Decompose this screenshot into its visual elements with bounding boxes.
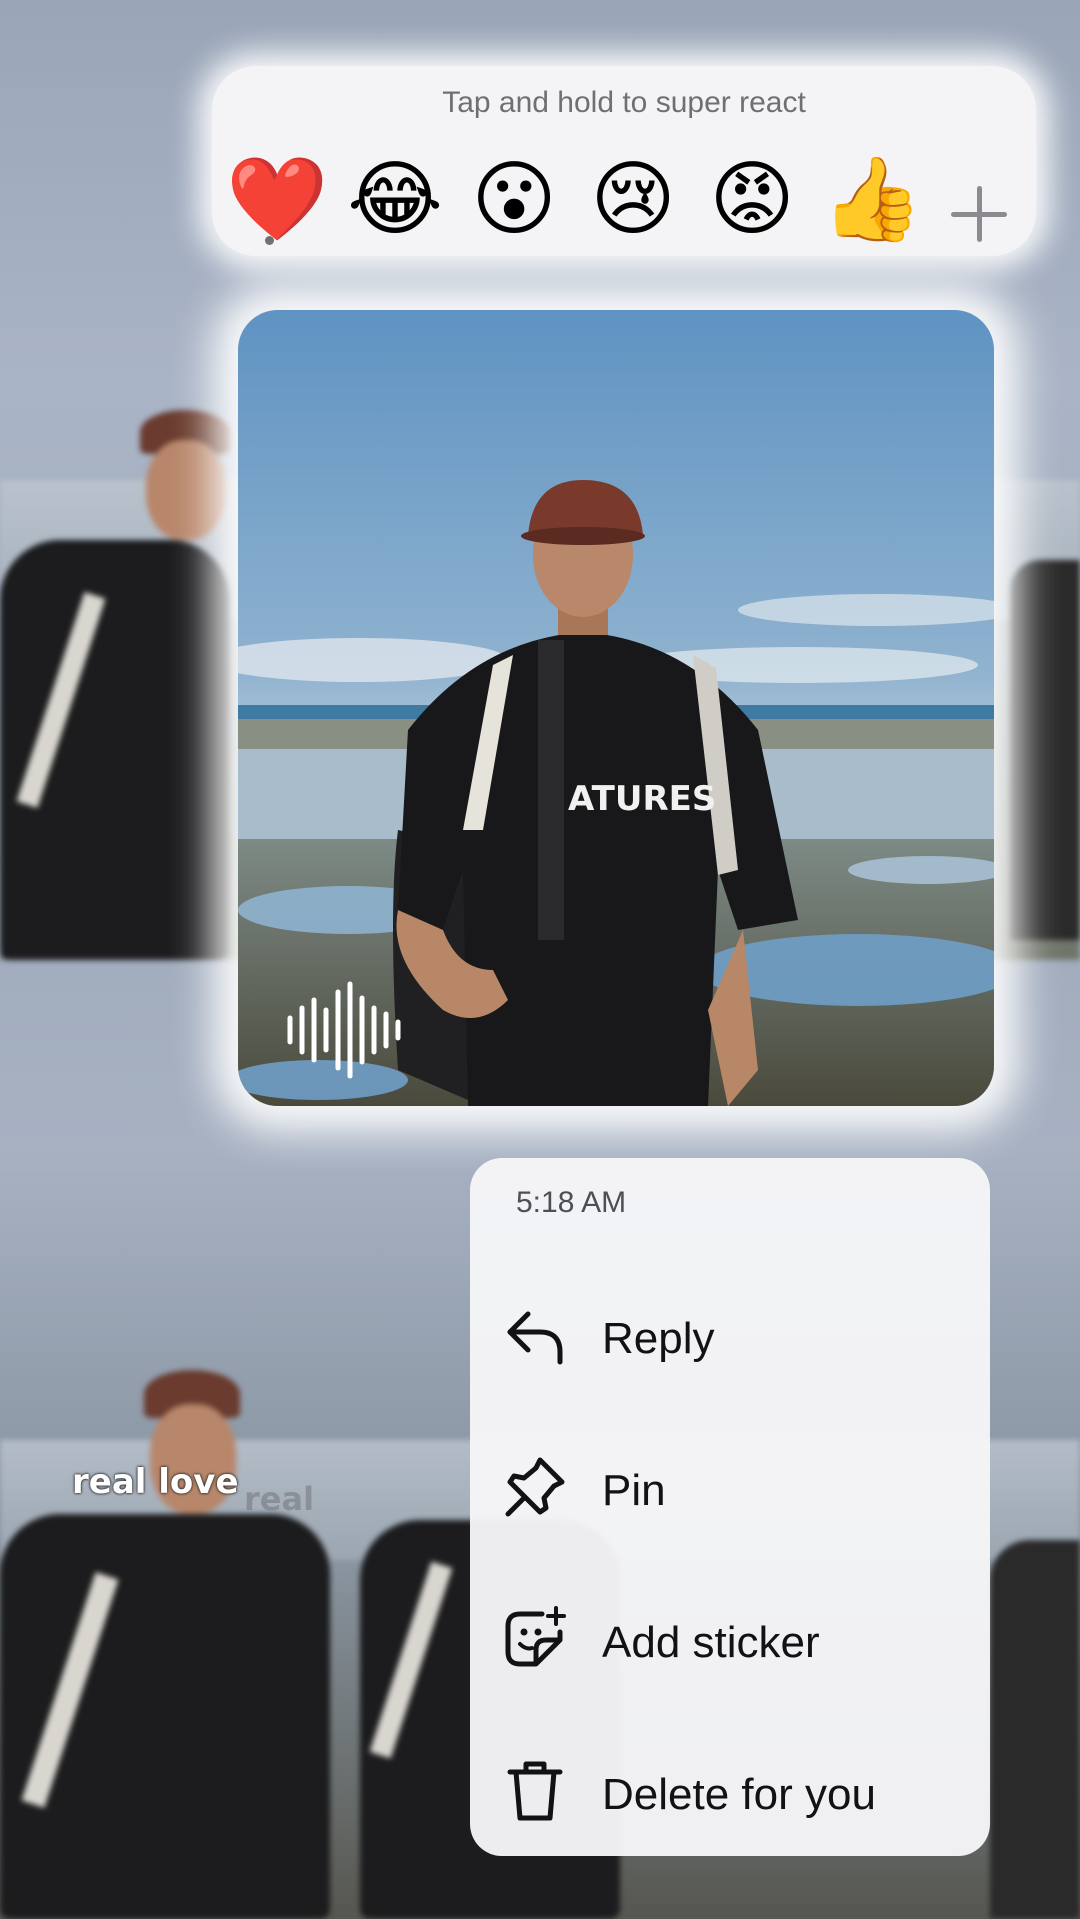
pin-icon	[505, 1457, 565, 1517]
tears-of-joy-emoji[interactable]: 😂	[345, 150, 445, 250]
angry-emoji[interactable]: 😡	[702, 150, 802, 250]
trash-icon	[507, 1761, 563, 1821]
reply-icon	[507, 1311, 563, 1365]
photo-message[interactable]: ATURES	[238, 310, 994, 1106]
super-react-hint: Tap and hold to super react	[442, 86, 806, 119]
message-timestamp: 5:18 AM	[516, 1186, 627, 1219]
reply-menu-item[interactable]: Reply	[470, 1286, 990, 1386]
story-caption-ghost-text: real	[244, 1480, 315, 1518]
sound-wave-icon[interactable]	[284, 980, 404, 1080]
add-sticker-menu-item[interactable]: Add sticker	[470, 1590, 990, 1690]
plus-icon[interactable]	[947, 182, 1011, 246]
reply-label: Reply	[602, 1314, 715, 1363]
surprised-emoji[interactable]: 😮	[464, 150, 564, 250]
reaction-bar: Tap and hold to super react ❤️ 😂 😮 😢 😡 👍	[212, 66, 1036, 256]
story-caption-text: real love	[72, 1462, 239, 1502]
delete-for-you-label: Delete for you	[602, 1770, 876, 1819]
message-context-menu: 5:18 AM Reply Pin Add sticker Delete for…	[470, 1158, 990, 1856]
crying-emoji[interactable]: 😢	[583, 150, 683, 250]
add-sticker-icon	[505, 1606, 566, 1667]
pin-label: Pin	[602, 1466, 666, 1515]
delete-for-you-menu-item[interactable]: Delete for you	[470, 1742, 990, 1842]
svg-text:ATURES: ATURES	[568, 779, 716, 819]
thumbs-up-emoji[interactable]: 👍	[821, 150, 923, 250]
add-sticker-label: Add sticker	[602, 1618, 820, 1667]
red-heart-emoji[interactable]: ❤️	[226, 150, 328, 250]
selected-reaction-indicator	[265, 236, 274, 245]
pin-menu-item[interactable]: Pin	[470, 1438, 990, 1538]
